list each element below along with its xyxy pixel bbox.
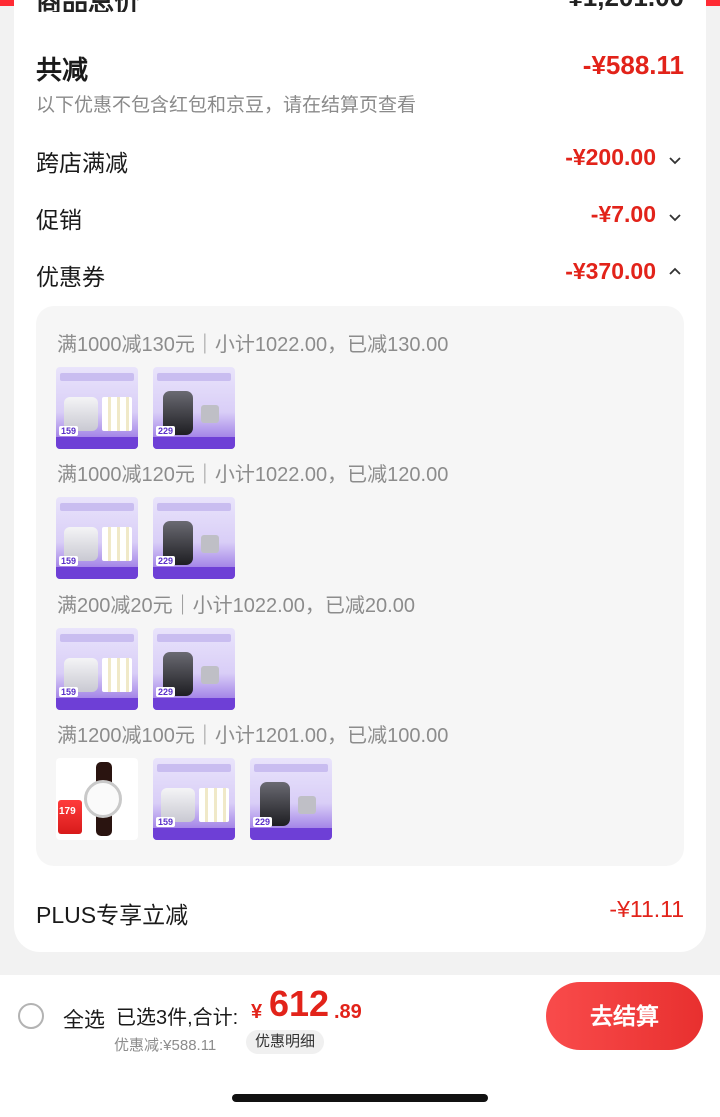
coupon-rule-title: 满1000减120元｜小计1022.00，已减120.00 — [57, 464, 449, 486]
thumbnail-price: 159 — [156, 817, 176, 827]
product-thumbnail-cream-white[interactable]: 159 — [56, 367, 138, 449]
product-thumbnail-cream-black[interactable]: 229 — [250, 758, 332, 840]
home-indicator[interactable] — [232, 1094, 488, 1102]
thumbnail-price: 229 — [156, 556, 176, 566]
discount-detail-card: 商品总价 ¥1,201.00 共减 -¥588.11 以下优惠不包含红包和京豆，… — [14, 0, 706, 952]
discount-detail-button[interactable]: 优惠明细 — [246, 1030, 325, 1054]
product-thumbnail-cream-black[interactable]: 229 — [153, 497, 235, 579]
product-thumbnail-cream-white[interactable]: 159 — [56, 628, 138, 710]
discount-label: 促销 — [36, 207, 82, 233]
product-total-row-partial: 商品总价 ¥1,201.00 — [36, 0, 684, 12]
coupon-rule-title: 满200减20元｜小计1022.00，已减20.00 — [57, 595, 415, 617]
coupon-detail-panel: 满1000减130元｜小计1022.00，已减130.00 159 229 满1… — [36, 306, 684, 866]
product-thumbnail-cream-black[interactable]: 229 — [153, 628, 235, 710]
thumbnail-price: 159 — [59, 556, 79, 566]
plus-discount-value: -¥11.11 — [609, 896, 684, 922]
selection-summary: 已选3件,合计: — [116, 1007, 239, 1029]
checkout-button[interactable]: 去结算 — [546, 982, 703, 1050]
discount-value: -¥7.00 — [590, 201, 656, 227]
discount-total-line: 优惠减:¥588.11 — [114, 1037, 217, 1054]
select-all-label[interactable]: 全选 — [63, 1004, 105, 1034]
product-total-label: 商品总价 — [36, 0, 140, 12]
total-reduction-label: 共减 — [36, 55, 89, 85]
total-reduction-value: -¥588.11 — [582, 50, 684, 80]
total-amount-decimal: .89 — [334, 1001, 362, 1023]
thumbnail-price: 229 — [156, 687, 176, 697]
checkout-bar: 全选 已选3件,合计: ¥ 612 .89 优惠减:¥588.11 优惠明细 去… — [0, 975, 720, 1057]
plus-discount-row: PLUS专享立减 -¥11.11 — [36, 896, 684, 928]
thumbnail-price: 159 — [59, 426, 79, 436]
discount-row-coupon[interactable]: 优惠券 -¥370.00 — [36, 258, 684, 290]
product-thumbnail-watch[interactable]: 179 — [56, 758, 138, 840]
chevron-up-icon[interactable] — [666, 263, 684, 281]
discount-row-cross-store[interactable]: 跨店满减 -¥200.00 — [36, 144, 684, 176]
coupon-rule-title: 满1000减130元｜小计1022.00，已减130.00 — [57, 334, 449, 356]
select-all-radio[interactable] — [18, 1003, 44, 1029]
plus-discount-label: PLUS专享立减 — [36, 902, 189, 928]
currency-symbol: ¥ — [251, 1001, 263, 1023]
discount-label: 跨店满减 — [36, 150, 128, 176]
product-thumbnail-cream-black[interactable]: 229 — [153, 367, 235, 449]
coupon-rule-title: 满1200减100元｜小计1201.00，已减100.00 — [57, 725, 449, 747]
chevron-down-icon[interactable] — [666, 151, 684, 169]
product-thumbnail-cream-white[interactable]: 159 — [153, 758, 235, 840]
discount-exclusion-note: 以下优惠不包含红包和京豆，请在结算页查看 — [36, 95, 417, 116]
discount-row-promotion[interactable]: 促销 -¥7.00 — [36, 201, 684, 233]
thumbnail-price: 229 — [253, 817, 273, 827]
thumbnail-price: 229 — [156, 426, 176, 436]
discount-label: 优惠券 — [36, 264, 105, 290]
total-amount-integer: 612 — [269, 983, 330, 1024]
chevron-down-icon[interactable] — [666, 208, 684, 226]
discount-value: -¥200.00 — [565, 144, 656, 170]
thumbnail-price: 179 — [59, 806, 76, 817]
home-indicator-area — [0, 1057, 720, 1117]
discount-value: -¥370.00 — [565, 258, 656, 284]
product-thumbnail-cream-white[interactable]: 159 — [56, 497, 138, 579]
thumbnail-price: 159 — [59, 687, 79, 697]
product-total-value: ¥1,201.00 — [568, 0, 684, 12]
total-reduction-row: 共减 -¥588.11 — [36, 50, 684, 85]
